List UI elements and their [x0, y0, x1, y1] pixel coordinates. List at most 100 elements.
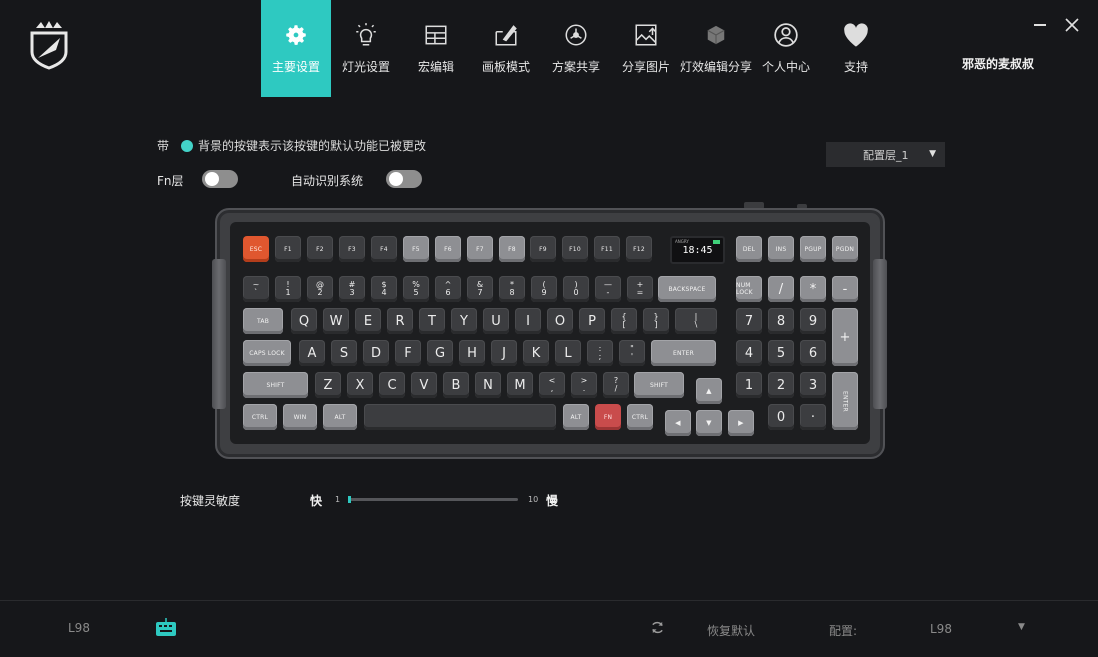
key-r[interactable]: R — [387, 308, 413, 334]
key-k[interactable]: K — [523, 340, 549, 366]
key-num-9[interactable]: (9 — [531, 276, 557, 302]
key-f9[interactable]: F9 — [530, 236, 556, 262]
key-bracket[interactable]: }] — [643, 308, 669, 334]
key-num-3[interactable]: #3 — [339, 276, 365, 302]
sensitivity-thumb[interactable] — [348, 496, 351, 503]
key-f12[interactable]: F12 — [626, 236, 652, 262]
key-b[interactable]: B — [443, 372, 469, 398]
key-fn[interactable]: FN — [595, 404, 621, 430]
key-num-10[interactable]: ) 0 — [563, 276, 589, 302]
key-shift-left[interactable]: SHIFT — [243, 372, 308, 398]
key-pgup[interactable]: PGUP — [800, 236, 826, 262]
key-ins[interactable]: INS — [768, 236, 794, 262]
key-punct[interactable]: >. — [571, 372, 597, 398]
key-num-8[interactable]: * 8 — [499, 276, 525, 302]
key-f11[interactable]: F11 — [594, 236, 620, 262]
key-x[interactable]: X — [347, 372, 373, 398]
key-alt-left[interactable]: ALT — [323, 404, 357, 430]
key-l[interactable]: L — [555, 340, 581, 366]
key-tab[interactable]: TAB — [243, 308, 283, 334]
key-f5[interactable]: F5 — [403, 236, 429, 262]
key-arrow-down-icon[interactable]: ▼ — [696, 410, 722, 436]
key-a[interactable]: A — [299, 340, 325, 366]
user-name[interactable]: 邪恶的麦叔叔 — [962, 55, 1034, 72]
key-i[interactable]: I — [515, 308, 541, 334]
key-bracket[interactable]: {[ — [611, 308, 637, 334]
key-numpad-plus[interactable]: + — [832, 308, 858, 366]
key-punct[interactable]: <, — [539, 372, 565, 398]
nav-item-lightbulb[interactable]: 灯光设置 — [331, 0, 401, 97]
key-num-7[interactable]: & 7 — [467, 276, 493, 302]
key-numpad-op[interactable]: / — [768, 276, 794, 302]
key-arrow-right-icon[interactable]: ▶ — [728, 410, 754, 436]
key-y[interactable]: Y — [451, 308, 477, 334]
key-f[interactable]: F — [395, 340, 421, 366]
key-s[interactable]: S — [331, 340, 357, 366]
key-h[interactable]: H — [459, 340, 485, 366]
key-bracket[interactable]: | \ — [675, 308, 717, 334]
key-punct[interactable]: " ' — [619, 340, 645, 366]
key-c[interactable]: C — [379, 372, 405, 398]
device-name[interactable]: L98 — [68, 621, 90, 635]
keyboard-icon[interactable] — [155, 617, 177, 637]
key-num-1[interactable]: ! 1 — [275, 276, 301, 302]
config-select[interactable]: L98 — [930, 622, 952, 636]
layer-select[interactable]: 配置层_1 ▼ — [826, 142, 945, 167]
key-esc[interactable]: ESC — [243, 236, 269, 262]
key-numlock[interactable]: NUM LOCK — [736, 276, 762, 302]
key-w[interactable]: W — [323, 308, 349, 334]
key-enter[interactable]: ENTER — [651, 340, 716, 366]
key-shift-right[interactable]: SHIFT — [634, 372, 684, 398]
sensitivity-slider[interactable] — [348, 496, 518, 503]
key-f1[interactable]: F1 — [275, 236, 301, 262]
key-numpad-2[interactable]: 2 — [768, 372, 794, 398]
nav-item-share-scheme[interactable]: 方案共享 — [541, 0, 611, 97]
key-numpad-5[interactable]: 5 — [768, 340, 794, 366]
key-f4[interactable]: F4 — [371, 236, 397, 262]
nav-item-share-image[interactable]: 分享图片 — [611, 0, 681, 97]
key-num-2[interactable]: @2 — [307, 276, 333, 302]
key-e[interactable]: E — [355, 308, 381, 334]
nav-item-cube[interactable]: 灯效编辑分享 — [680, 0, 752, 97]
key-d[interactable]: D — [363, 340, 389, 366]
key-m[interactable]: M — [507, 372, 533, 398]
key-f10[interactable]: F10 — [562, 236, 588, 262]
key-j[interactable]: J — [491, 340, 517, 366]
key-pgdn[interactable]: PGDN — [832, 236, 858, 262]
key-f2[interactable]: F2 — [307, 236, 333, 262]
key-z[interactable]: Z — [315, 372, 341, 398]
key-numpad-0[interactable]: 0 — [768, 404, 794, 430]
key-o[interactable]: O — [547, 308, 573, 334]
close-icon[interactable] — [1064, 17, 1080, 33]
key-n[interactable]: N — [475, 372, 501, 398]
key-num-5[interactable]: % 5 — [403, 276, 429, 302]
key-num-12[interactable]: + = — [627, 276, 653, 302]
key-win[interactable]: WIN — [283, 404, 317, 430]
key-q[interactable]: Q — [291, 308, 317, 334]
key-f3[interactable]: F3 — [339, 236, 365, 262]
key-num-4[interactable]: $4 — [371, 276, 397, 302]
key-numpad-op[interactable]: - — [832, 276, 858, 302]
key-num-0[interactable]: ~ ` — [243, 276, 269, 302]
key-space[interactable] — [364, 404, 556, 430]
nav-item-user[interactable]: 个人中心 — [751, 0, 821, 97]
minimize-button[interactable] — [1034, 24, 1046, 26]
key-arrow-left-icon[interactable]: ◀ — [665, 410, 691, 436]
key-numpad-4[interactable]: 4 — [736, 340, 762, 366]
key-numpad-7[interactable]: 7 — [736, 308, 762, 334]
key-numpad-3[interactable]: 3 — [800, 372, 826, 398]
nav-item-heart[interactable]: 支持 — [821, 0, 891, 97]
key-arrow-up-icon[interactable]: ▲ — [696, 378, 722, 404]
key-numpad-op[interactable]: * — [800, 276, 826, 302]
key-numpad-9[interactable]: 9 — [800, 308, 826, 334]
key-u[interactable]: U — [483, 308, 509, 334]
fn-layer-toggle[interactable] — [202, 170, 238, 188]
key-f6[interactable]: F6 — [435, 236, 461, 262]
key-ctrl-right[interactable]: CTRL — [627, 404, 653, 430]
key-num-6[interactable]: ^ 6 — [435, 276, 461, 302]
auto-detect-toggle[interactable] — [386, 170, 422, 188]
key-capslock[interactable]: CAPS LOCK — [243, 340, 291, 366]
key-v[interactable]: V — [411, 372, 437, 398]
key-numpad-dot[interactable]: · — [800, 404, 826, 430]
key-f8[interactable]: F8 — [499, 236, 525, 262]
